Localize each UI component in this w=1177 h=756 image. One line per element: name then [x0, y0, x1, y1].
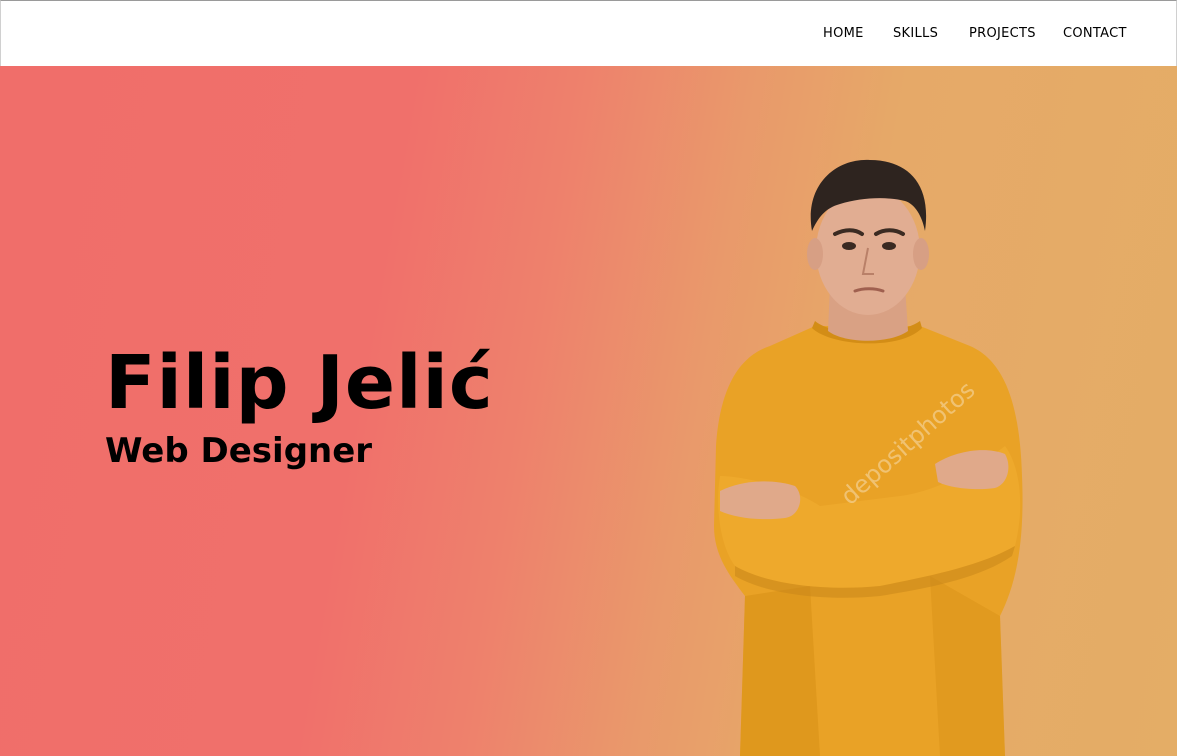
nav-link-home[interactable]: HOME — [823, 26, 864, 41]
top-navigation-bar: HOME SKILLS PROJECTS CONTACT — [0, 0, 1177, 66]
nav-link-contact[interactable]: CONTACT — [1063, 26, 1127, 41]
hero-section: Filip Jelić Web Designer depositphotos — [0, 66, 1177, 756]
portrait-photo: depositphotos — [714, 159, 1023, 756]
hero-role-subtitle: Web Designer — [105, 431, 373, 471]
hero-name-heading: Filip Jelić — [105, 340, 494, 426]
nav-link-skills[interactable]: SKILLS — [893, 26, 938, 41]
nav-link-projects[interactable]: PROJECTS — [969, 26, 1036, 41]
left-hand — [720, 481, 801, 520]
